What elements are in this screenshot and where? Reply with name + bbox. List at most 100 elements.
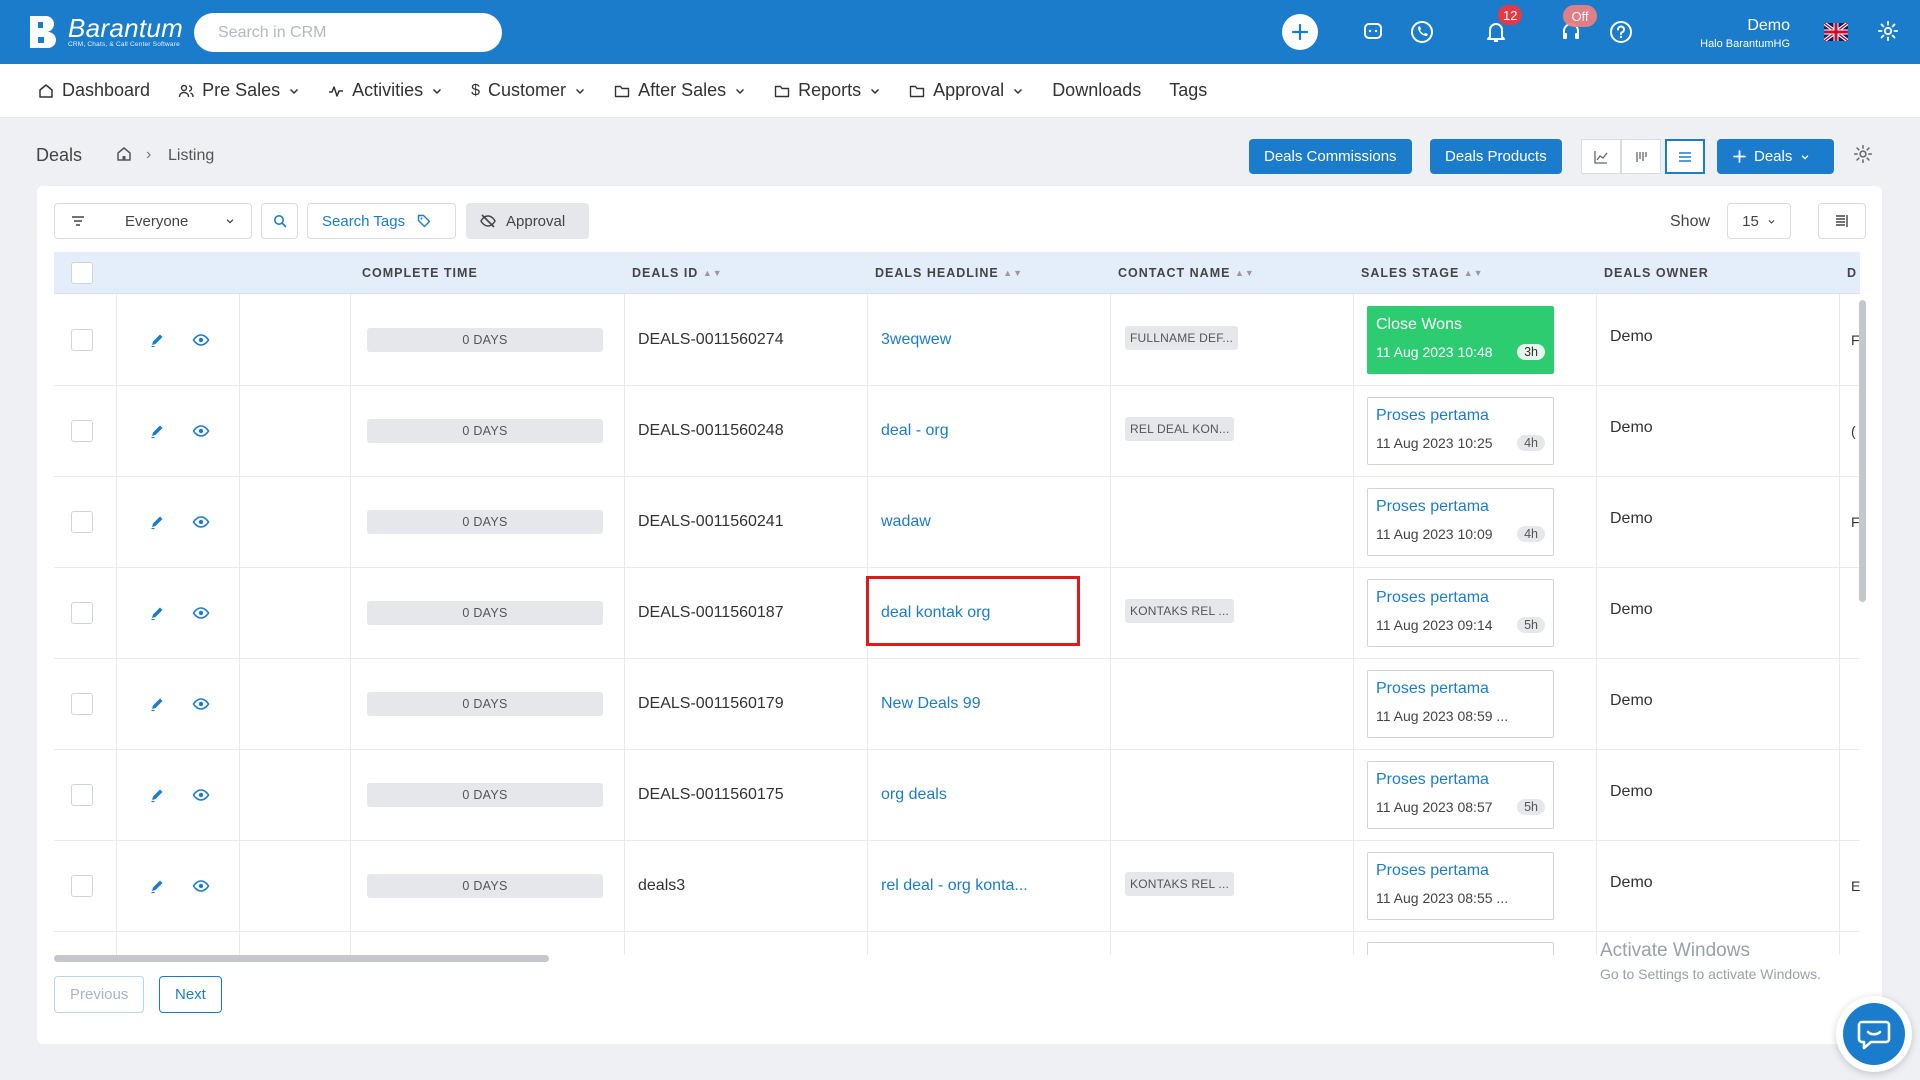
row-checkbox[interactable] <box>71 693 93 715</box>
live-chat-button[interactable] <box>1836 996 1912 1072</box>
header-deals-headline[interactable]: DEALS HEADLINE ▲▼ <box>875 252 1023 294</box>
deal-headline-link[interactable]: wadaw <box>881 513 931 531</box>
deal-headline-link[interactable]: deal kontak org <box>881 604 990 622</box>
table-row[interactable]: 0 DAYS deals3 rel deal - org konta... KONTA… <box>54 841 1860 932</box>
edit-icon[interactable] <box>149 605 165 621</box>
eye-icon[interactable] <box>192 787 210 803</box>
next-page-button[interactable]: Next <box>159 976 222 1013</box>
previous-page-button[interactable]: Previous <box>54 976 145 1013</box>
quick-add-button[interactable] <box>1282 14 1318 50</box>
edit-icon[interactable] <box>149 423 165 439</box>
header-contact-name[interactable]: CONTACT NAME ▲▼ <box>1118 252 1255 294</box>
sales-stage-card[interactable]: Close Wons 11 Aug 2023 10:48 3h <box>1367 306 1554 374</box>
kanban-view-button[interactable] <box>1621 139 1661 174</box>
eye-icon[interactable] <box>192 514 210 530</box>
table-row[interactable]: 0 DAYS DEALS-0011560175 org deals Proses pe… <box>54 750 1860 841</box>
deal-headline-link[interactable]: deal - org <box>881 422 949 440</box>
contact-name-badge[interactable]: KONTAKS REL ... <box>1125 872 1235 896</box>
row-checkbox[interactable] <box>71 329 93 351</box>
deal-headline-link[interactable]: rel deal - org konta... <box>881 877 1028 895</box>
header-truncated[interactable]: D <box>1847 252 1857 294</box>
nav-reports[interactable]: Reports <box>774 80 881 101</box>
column-settings-button[interactable] <box>1818 203 1866 239</box>
sales-stage-card[interactable]: Proses pertama 11 Aug 2023 08:59 ... <box>1367 670 1554 738</box>
contact-name-badge[interactable]: KONTAKS REL ... <box>1125 599 1235 623</box>
page-size-select[interactable]: 15 <box>1727 203 1791 239</box>
sales-stage-card[interactable]: Proses pertama 11 Aug 2023 09:14 5h <box>1367 579 1554 647</box>
row-checkbox[interactable] <box>71 875 93 897</box>
nav-activities[interactable]: Activities <box>328 80 443 101</box>
help-button[interactable] <box>1603 14 1639 50</box>
table-row[interactable]: 0 DAYS DEALS-0011560248 deal - org REL DEAL… <box>54 386 1860 477</box>
deals-commissions-button[interactable]: Deals Commissions <box>1249 139 1412 174</box>
select-all-checkbox[interactable] <box>71 262 93 284</box>
deal-headline-link[interactable]: New Deals 99 <box>881 695 981 713</box>
phone-button[interactable] <box>1404 14 1440 50</box>
row-checkbox[interactable] <box>71 420 93 442</box>
header-sales-stage[interactable]: SALES STAGE ▲▼ <box>1361 252 1484 294</box>
table-row[interactable]: 0 DAYS DEALS-0011560241 wadaw Proses pertam… <box>54 477 1860 568</box>
edit-icon[interactable] <box>149 332 165 348</box>
uk-flag-icon[interactable] <box>1824 23 1848 41</box>
contact-name-badge[interactable]: FULLNAME DEF... <box>1125 326 1239 350</box>
sales-stage-card[interactable]: Proses pertama 11 Aug 2023 08:55 ... <box>1367 852 1554 920</box>
header-label: COMPLETE TIME <box>362 266 478 280</box>
sort-icon: ▲▼ <box>1463 268 1484 278</box>
edit-icon[interactable] <box>149 878 165 894</box>
eye-icon[interactable] <box>192 878 210 894</box>
home-icon[interactable] <box>116 146 132 162</box>
deals-products-button[interactable]: Deals Products <box>1430 139 1562 174</box>
table-row[interactable]: 0 DAYS DEALS-0011560187 deal kontak org KON… <box>54 568 1860 659</box>
nav-tags[interactable]: Tags <box>1169 80 1207 101</box>
contact-name-badge[interactable]: REL DEAL KON... <box>1125 417 1235 441</box>
row-checkbox[interactable] <box>71 784 93 806</box>
horizontal-scrollbar[interactable] <box>54 955 549 962</box>
sales-stage-date-row: 11 Aug 2023 08:59 ... <box>1376 708 1545 724</box>
nav-dashboard[interactable]: Dashboard <box>38 80 150 101</box>
edit-icon[interactable] <box>149 696 165 712</box>
row-checkbox[interactable] <box>71 511 93 533</box>
deal-headline-link[interactable]: org deals <box>881 786 947 804</box>
sales-stage-card[interactable]: Proses pertama 11 Aug 2023 10:25 4h <box>1367 397 1554 465</box>
deal-headline-link[interactable]: 3weqwew <box>881 331 951 349</box>
owner-filter-select[interactable]: Everyone <box>54 203 252 239</box>
row-checkbox[interactable] <box>71 602 93 624</box>
edit-icon[interactable] <box>149 514 165 530</box>
settings-gear-icon[interactable] <box>1877 20 1899 42</box>
complete-time-badge: 0 DAYS <box>367 874 603 898</box>
chevron-down-icon <box>1014 88 1023 94</box>
user-name[interactable]: Demo <box>1747 17 1790 35</box>
complete-time-badge: 0 DAYS <box>367 692 603 716</box>
nav-approval[interactable]: Approval <box>909 80 1024 101</box>
vertical-scrollbar[interactable] <box>1859 300 1866 602</box>
sales-stage-date: 11 Aug 2023 09:14 <box>1376 617 1493 633</box>
chat-button[interactable] <box>1355 14 1391 50</box>
nav-after-sales[interactable]: After Sales <box>614 80 746 101</box>
header-deals-owner[interactable]: DEALS OWNER <box>1604 252 1709 294</box>
search-button[interactable] <box>261 203 298 239</box>
header-label: D <box>1847 266 1858 280</box>
sales-stage-card[interactable] <box>1367 942 1554 955</box>
barantum-logo-icon[interactable] <box>28 14 60 50</box>
add-deals-button[interactable]: Deals <box>1717 139 1834 174</box>
sales-stage-card[interactable]: Proses pertama 11 Aug 2023 10:09 4h <box>1367 488 1554 556</box>
approval-filter-button[interactable]: Approval <box>466 203 589 239</box>
header-complete-time[interactable]: COMPLETE TIME <box>362 252 478 294</box>
nav-pre-sales[interactable]: Pre Sales <box>178 80 300 101</box>
sales-stage-card[interactable]: Proses pertama 11 Aug 2023 08:57 5h <box>1367 761 1554 829</box>
eye-icon[interactable] <box>192 696 210 712</box>
table-row[interactable]: 0 DAYS DEALS-0011560274 3weqwew FULLNAME DE… <box>54 295 1860 386</box>
table-row[interactable]: 0 DAYS DEALS-0011560179 New Deals 99 Proses… <box>54 659 1860 750</box>
crm-search-input[interactable] <box>194 13 502 52</box>
search-tags-button[interactable]: Search Tags <box>307 203 456 239</box>
chart-view-button[interactable] <box>1581 139 1621 174</box>
nav-customer[interactable]: $ Customer <box>471 80 586 101</box>
eye-icon[interactable] <box>192 605 210 621</box>
header-deals-id[interactable]: DEALS ID ▲▼ <box>632 252 723 294</box>
page-settings-gear-icon[interactable] <box>1853 144 1873 164</box>
list-view-button[interactable] <box>1665 139 1705 174</box>
eye-icon[interactable] <box>192 423 210 439</box>
edit-icon[interactable] <box>149 787 165 803</box>
eye-icon[interactable] <box>192 332 210 348</box>
nav-downloads[interactable]: Downloads <box>1052 80 1141 101</box>
